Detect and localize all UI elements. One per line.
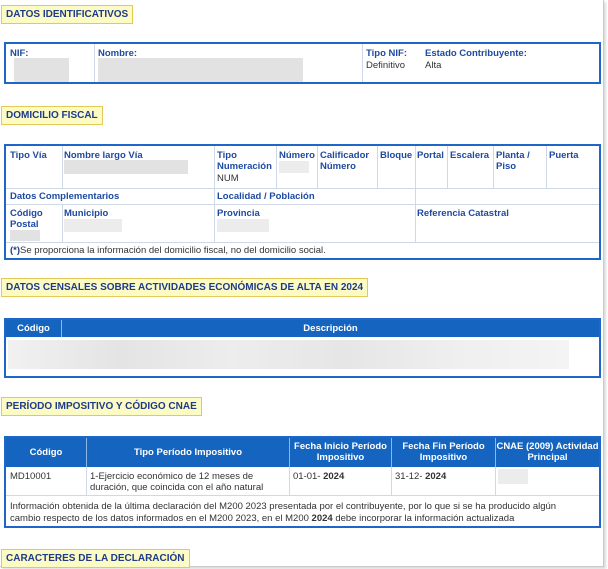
tipo-nif-label: Tipo NIF:	[366, 48, 407, 59]
periodo-col-fecha-fin: Fecha Fin Período Impositivo	[402, 441, 485, 463]
datos-complementarios-label: Datos Complementarios	[10, 191, 120, 202]
tipo-nif-value: Definitivo	[366, 60, 406, 71]
provincia-label: Provincia	[217, 208, 260, 219]
section-title-domicilio-fiscal: DOMICILIO FISCAL	[1, 106, 103, 125]
bloque-label: Bloque	[380, 150, 413, 161]
tipo-numeracion-label: Tipo Numeración	[217, 150, 272, 172]
codigo-postal-redacted	[10, 230, 40, 241]
periodo-info-note: Información obtenida de la última declar…	[10, 501, 557, 524]
tipo-via-label: Tipo Vía	[10, 150, 47, 161]
periodo-col-cnae: CNAE (2009) Actividad Principal	[496, 441, 599, 463]
periodo-row-codigo: MD10001	[10, 471, 52, 482]
censales-row-redacted	[8, 340, 569, 369]
municipio-redacted	[64, 219, 122, 232]
estado-contribuyente-label: Estado Contribuyente:	[425, 48, 527, 59]
periodo-col-fecha-inicio: Fecha Inicio Período Impositivo	[294, 441, 387, 463]
section-title-datos-censales: DATOS CENSALES SOBRE ACTIVIDADES ECONÓMI…	[1, 278, 369, 297]
domicilio-note: (*)Se proporciona la información del dom…	[10, 245, 326, 256]
tipo-numeracion-value: NUM	[217, 173, 239, 184]
nombre-via-redacted	[64, 160, 188, 174]
nombre-value-redacted	[98, 58, 303, 82]
periodo-table: Código Tipo Período Impositivo Fecha Ini…	[4, 436, 601, 528]
domicilio-box: Tipo Vía Nombre largo Vía Tipo Numeració…	[4, 144, 601, 260]
censales-col-codigo: Código	[17, 323, 50, 334]
codigo-postal-label: Código Postal	[10, 208, 43, 230]
periodo-col-codigo: Código	[29, 447, 63, 458]
periodo-row-tipo: 1-Ejercicio económico de 12 meses de dur…	[90, 471, 264, 493]
section-title-periodo: PERÍODO IMPOSITIVO Y CÓDIGO CNAE	[1, 397, 202, 416]
periodo-row-fecha-fin: 31-12- 2024	[395, 471, 447, 482]
identificativos-box: NIF: Nombre: Tipo NIF: Definitivo Estado…	[4, 42, 601, 84]
municipio-label: Municipio	[64, 208, 109, 219]
localidad-label: Localidad / Población	[217, 191, 315, 202]
censales-table: Código Descripción	[4, 318, 601, 378]
nif-value-redacted	[14, 58, 69, 82]
provincia-redacted	[217, 219, 269, 232]
periodo-row-cnae-redacted	[498, 469, 528, 484]
periodo-row-fecha-inicio: 01-01- 2024	[293, 471, 345, 482]
escalera-label: Escalera	[450, 150, 490, 161]
estado-contribuyente-value: Alta	[425, 60, 442, 71]
section-title-datos-identificativos: DATOS IDENTIFICATIVOS	[1, 5, 134, 24]
puerta-label: Puerta	[549, 150, 579, 161]
numero-redacted	[279, 161, 309, 173]
periodo-table-header: Código Tipo Período Impositivo Fecha Ini…	[6, 438, 599, 467]
calificador-numero-label: Calificador Número	[320, 150, 370, 172]
censales-table-header: Código Descripción	[6, 320, 599, 337]
referencia-catastral-label: Referencia Catastral	[417, 208, 509, 219]
numero-label: Número	[279, 150, 315, 161]
portal-label: Portal	[417, 150, 444, 161]
section-title-caracteres: CARACTERES DE LA DECLARACIÓN	[1, 549, 190, 568]
censales-col-descripcion: Descripción	[303, 323, 358, 334]
planta-piso-label: Planta / Piso	[496, 150, 530, 172]
periodo-col-tipo: Tipo Período Impositivo	[133, 447, 243, 458]
